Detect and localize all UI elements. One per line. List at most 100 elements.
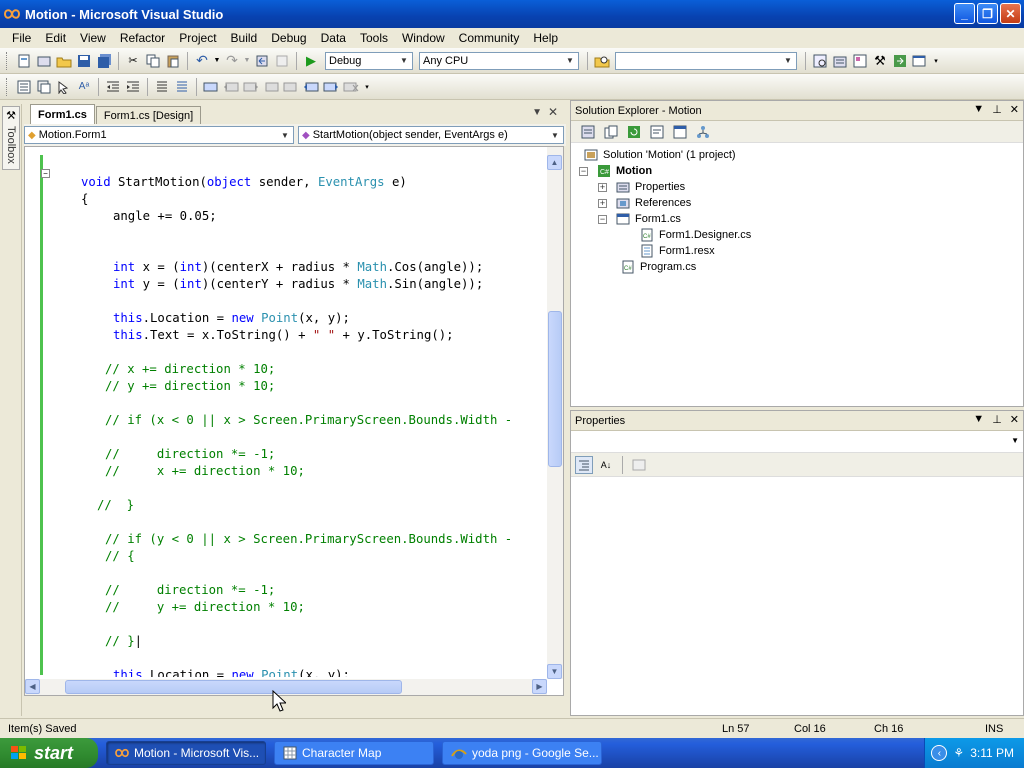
toolbar-grip[interactable]	[6, 51, 9, 70]
tray-app-icon[interactable]: ⚘	[953, 746, 964, 760]
tree-item-program-cs[interactable]: C# Program.cs	[620, 259, 696, 275]
tree-item-project[interactable]: − C# Motion	[579, 163, 652, 179]
next-bookmark-icon[interactable]	[242, 78, 260, 96]
toggle-bookmark-icon[interactable]	[202, 78, 220, 96]
expand-icon[interactable]: +	[598, 182, 607, 192]
scroll-right-icon[interactable]: ▶	[532, 679, 547, 694]
menu-help[interactable]: Help	[526, 28, 565, 48]
previous-bookmark-in-document-icon[interactable]	[302, 78, 320, 96]
undo-icon[interactable]: ↶	[193, 52, 211, 70]
start-button[interactable]: start	[0, 738, 98, 768]
save-all-icon[interactable]	[95, 52, 113, 70]
tree-item-properties[interactable]: + Properties	[598, 179, 685, 195]
code-line[interactable]: // }|	[105, 633, 142, 650]
object-selector[interactable]: ▼	[571, 431, 1023, 453]
tree-item-form1-designer-cs[interactable]: C# Form1.Designer.cs	[639, 227, 751, 243]
code-line[interactable]: // if (y < 0 || x > Screen.PrimaryScreen…	[105, 531, 520, 548]
members-dropdown[interactable]: ◆ StartMotion(object sender, EventArgs e…	[298, 126, 564, 144]
menu-build[interactable]: Build	[224, 28, 265, 48]
expand-icon[interactable]: +	[598, 198, 607, 208]
display-object-member-list-icon[interactable]	[15, 78, 33, 96]
menu-file[interactable]: File	[5, 28, 38, 48]
code-line[interactable]: void StartMotion(object sender, EventArg…	[81, 174, 407, 191]
code-line[interactable]: int x = (int)(centerX + radius * Math.Co…	[113, 259, 483, 276]
toolbar-overflow-icon[interactable]: ▾	[931, 52, 941, 70]
menu-debug[interactable]: Debug	[264, 28, 313, 48]
redo-icon[interactable]: ↷	[223, 52, 241, 70]
close-panel-icon[interactable]: ✕	[1010, 103, 1019, 116]
redo-dropdown-icon[interactable]: ▼	[243, 52, 251, 70]
properties-window-icon[interactable]	[831, 52, 849, 70]
code-line[interactable]: this.Location = new Point(x, y);	[113, 310, 350, 327]
menu-view[interactable]: View	[73, 28, 113, 48]
close-button[interactable]: ✕	[1000, 3, 1021, 24]
refresh-icon[interactable]	[625, 123, 643, 141]
view-class-diagram-icon[interactable]	[694, 123, 712, 141]
scroll-up-icon[interactable]: ▲	[547, 155, 562, 170]
menu-window[interactable]: Window	[395, 28, 452, 48]
solution-explorer-icon[interactable]	[811, 52, 829, 70]
tree-item-form1-cs[interactable]: − Form1.cs	[598, 211, 681, 227]
code-line[interactable]: {	[81, 191, 88, 208]
menu-tools[interactable]: Tools	[353, 28, 395, 48]
toolbar-overflow-icon[interactable]: ▾	[362, 78, 372, 96]
taskbar-item-visual-studio[interactable]: Motion - Microsoft Vis...	[106, 741, 266, 765]
code-editor[interactable]: − void StartMotion(object sender, EventA…	[24, 146, 564, 696]
copy-icon[interactable]	[144, 52, 162, 70]
decrease-indent-icon[interactable]	[104, 78, 122, 96]
auto-hide-pin-icon[interactable]: ⊥	[992, 103, 1002, 116]
categorized-icon[interactable]	[575, 455, 593, 474]
object-browser-icon[interactable]	[851, 52, 869, 70]
collapse-icon[interactable]: −	[598, 214, 607, 224]
open-file-icon[interactable]	[55, 52, 73, 70]
view-designer-icon[interactable]	[671, 123, 689, 141]
tree-item-form1-resx[interactable]: Form1.resx	[639, 243, 715, 259]
complete-word-icon[interactable]: Aᵃ	[75, 78, 93, 96]
menu-community[interactable]: Community	[452, 28, 527, 48]
window-position-icon[interactable]: ▼	[973, 413, 984, 426]
solution-platform-select[interactable]: Any CPU ▼	[419, 51, 579, 70]
code-line[interactable]: // x += direction * 10;	[105, 361, 275, 378]
menu-edit[interactable]: Edit	[38, 28, 73, 48]
parameter-info-icon[interactable]	[35, 78, 53, 96]
close-document-icon[interactable]: ✕	[548, 105, 558, 119]
scroll-down-icon[interactable]: ▼	[547, 664, 562, 679]
code-line[interactable]: angle += 0.05;	[113, 208, 217, 225]
properties-icon[interactable]	[579, 123, 597, 141]
code-line[interactable]: // }	[97, 497, 134, 514]
taskbar-item-browser[interactable]: yoda png - Google Se...	[442, 741, 602, 765]
code-line[interactable]: // y += direction * 10;	[105, 599, 305, 616]
horizontal-scroll-thumb[interactable]	[65, 680, 402, 694]
code-line[interactable]: // direction *= -1;	[105, 446, 275, 463]
clock[interactable]: 3:11 PM	[970, 746, 1014, 760]
horizontal-scrollbar[interactable]: ◀ ▶	[25, 679, 547, 695]
save-icon[interactable]	[75, 52, 93, 70]
clear-bookmarks-icon[interactable]	[342, 78, 360, 96]
show-all-files-icon[interactable]	[602, 123, 620, 141]
code-text[interactable]: void StartMotion(object sender, EventArg…	[55, 147, 547, 677]
window-position-icon[interactable]: ▼	[973, 103, 984, 116]
increase-indent-icon[interactable]	[124, 78, 142, 96]
new-project-icon[interactable]	[15, 52, 33, 70]
alphabetical-icon[interactable]: A↓	[597, 456, 615, 474]
code-line[interactable]: int y = (int)(centerY + radius * Math.Si…	[113, 276, 483, 293]
tree-item-solution[interactable]: Solution 'Motion' (1 project)	[583, 147, 736, 163]
command-window-icon[interactable]	[911, 52, 929, 70]
minimize-button[interactable]: _	[954, 3, 975, 24]
find-combo[interactable]: ▼	[615, 51, 797, 70]
menu-project[interactable]: Project	[172, 28, 223, 48]
vertical-scroll-thumb[interactable]	[548, 311, 562, 467]
taskbar-item-character-map[interactable]: Character Map	[274, 741, 434, 765]
code-line[interactable]: // y += direction * 10;	[105, 378, 275, 395]
uncomment-lines-icon[interactable]	[173, 78, 191, 96]
scroll-left-icon[interactable]: ◀	[25, 679, 40, 694]
close-panel-icon[interactable]: ✕	[1010, 413, 1019, 426]
tree-item-references[interactable]: + References	[598, 195, 691, 211]
view-code-icon[interactable]	[648, 123, 666, 141]
undo-dropdown-icon[interactable]: ▼	[213, 52, 221, 70]
next-bookmark-in-folder-icon[interactable]	[282, 78, 300, 96]
collapse-region-icon[interactable]: −	[41, 169, 50, 178]
toolbox-icon[interactable]: ⚒	[871, 52, 889, 70]
comment-lines-icon[interactable]	[153, 78, 171, 96]
previous-bookmark-icon[interactable]	[222, 78, 240, 96]
